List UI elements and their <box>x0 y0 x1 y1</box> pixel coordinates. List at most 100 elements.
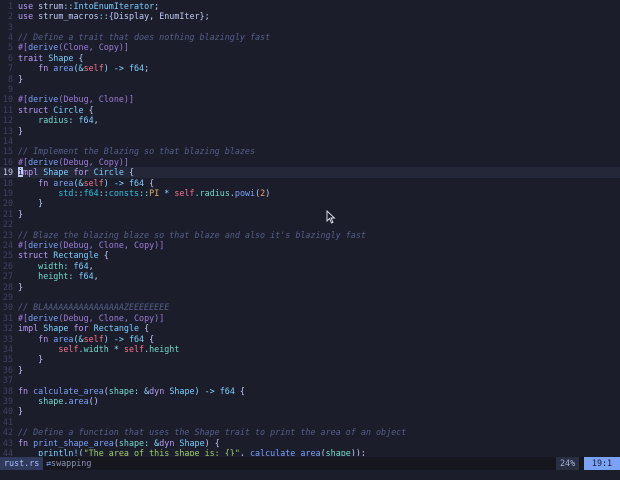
code-line[interactable]: 4 // Define a trait that does nothing bla… <box>0 32 620 42</box>
code-token: impl <box>18 323 44 334</box>
current-code-line[interactable]: 19 impl Shape for Circle { <box>0 167 620 178</box>
code-token: fn <box>18 385 34 396</box>
code-token: f64 <box>128 177 150 188</box>
code-line[interactable]: 19 std::f64::consts::PI * self.radius.po… <box>0 188 620 198</box>
code-token: , <box>239 448 250 456</box>
line-number: 15 <box>2 146 13 157</box>
code-token: ) -> <box>103 177 129 188</box>
code-line[interactable]: 16 #[derive(Debug, Copy)] <box>0 157 620 167</box>
code-line[interactable]: 8} <box>0 74 620 84</box>
line-number: 20 <box>2 198 13 209</box>
code-line[interactable]: 38 fn calculate_area(shape: &dyn Shape) -… <box>0 386 620 396</box>
code-token: // BLAAAAAAAAAAAAAAAAZEEEEEEEE <box>18 302 170 313</box>
line-number: 12 <box>2 115 13 126</box>
line-number: 38 <box>2 385 13 396</box>
code-line[interactable]: 5 #[derive(Clone, Copy)] <box>0 42 620 52</box>
code-token: use <box>18 11 39 22</box>
code-text: trait Shape { <box>18 53 84 63</box>
code-token: #[ <box>18 240 29 250</box>
code-line[interactable]: 30 // BLAAAAAAAAAAAAAAAAZEEEEEEEE <box>0 302 620 312</box>
code-line[interactable]: 20 } <box>0 198 620 208</box>
line-number: 36 <box>2 364 13 375</box>
code-line[interactable]: 13} <box>0 126 620 136</box>
code-token: // Define a function that uses the Shape… <box>18 427 407 438</box>
code-line[interactable]: 44 println!("The area of this shape is: … <box>0 448 620 456</box>
code-line[interactable]: 37 <box>0 375 620 385</box>
code-token: #[ <box>18 312 29 323</box>
code-token: {Display, EnumIter} <box>108 11 205 22</box>
code-token: (Debug, Copy)] <box>58 156 129 167</box>
code-line[interactable]: 25 struct Rectangle { <box>0 250 620 260</box>
code-line[interactable]: 33 fn area(&self) -> f64 { <box>0 334 620 344</box>
code-token: * <box>164 188 175 198</box>
code-token: derive <box>28 94 59 105</box>
code-token: radius <box>199 188 230 198</box>
code-token: #[ <box>18 42 29 53</box>
code-token: (Clone, Copy)] <box>58 42 129 53</box>
line-number: 13 <box>2 125 13 136</box>
code-editor[interactable]: 1 use strum::IntoEnumIterator; 2 use strum_… <box>0 0 620 456</box>
code-line[interactable]: 27 height: f64, <box>0 271 620 281</box>
code-line[interactable]: 32 impl Shape for Rectangle { <box>0 323 620 333</box>
line-number: 31 <box>2 312 13 323</box>
code-token: : <box>68 271 79 282</box>
code-token: } <box>18 208 24 219</box>
code-token: PI <box>149 188 165 198</box>
code-line[interactable]: 24 #[derive(Debug, Clone, Copy)] <box>0 240 620 250</box>
code-line[interactable]: 31 #[derive(Debug, Clone, Copy)] <box>0 313 620 323</box>
code-token: { <box>128 167 134 178</box>
status-mode: ⇄swapping <box>46 457 91 470</box>
code-line[interactable]: 26 width: f64, <box>0 261 620 271</box>
code-line[interactable]: 7 fn area(&self) -> f64; <box>0 63 620 73</box>
line-number: 7 <box>7 63 13 74</box>
code-line[interactable]: 36} <box>0 365 620 375</box>
code-text: // Implement the Blazing so that blazing… <box>18 146 255 156</box>
code-line[interactable]: 34 self.width * self.height <box>0 344 620 354</box>
line-number: 6 <box>7 52 13 63</box>
code-line[interactable]: 35 } <box>0 354 620 364</box>
code-token: f64 <box>128 333 150 344</box>
code-line[interactable]: 39 shape.area() <box>0 396 620 406</box>
code-line[interactable]: 3 <box>0 22 620 32</box>
code-line[interactable]: 28} <box>0 282 620 292</box>
code-line[interactable]: 42 // Define a function that uses the Sha… <box>0 427 620 437</box>
code-line[interactable]: 10 #[derive(Debug, Clone)] <box>0 94 620 104</box>
code-token: dyn <box>159 437 180 448</box>
code-line[interactable]: 41 <box>0 417 620 427</box>
code-text: fn area(&self) -> f64; <box>18 63 149 73</box>
code-text: struct Rectangle { <box>18 250 109 260</box>
code-text: } <box>18 282 23 292</box>
code-token: shape <box>118 437 145 448</box>
line-number: 22 <box>2 219 13 230</box>
code-line[interactable]: 23 // Blaze the blazing blaze so that bla… <box>0 230 620 240</box>
code-token: shape <box>108 385 134 396</box>
status-line: rust.rs ⇄swapping 24% 19:1 <box>0 457 620 470</box>
code-line[interactable]: 2 use strum_macros::{Display, EnumIter}; <box>0 11 620 21</box>
code-line[interactable]: 29 <box>0 292 620 302</box>
code-token: width <box>18 260 64 271</box>
code-line[interactable]: 40} <box>0 406 620 416</box>
code-line[interactable]: 15 // Implement the Blazing so that blazi… <box>0 146 620 156</box>
code-line[interactable]: 11 struct Circle { <box>0 105 620 115</box>
code-token: (Debug, Clone, Copy)] <box>58 312 165 323</box>
code-token: derive <box>28 156 59 167</box>
code-line[interactable]: 9 <box>0 84 620 94</box>
code-line[interactable]: 6 trait Shape { <box>0 53 620 63</box>
code-token: } <box>18 354 44 365</box>
code-line[interactable]: 12 radius: f64, <box>0 115 620 125</box>
code-line[interactable]: 1 use strum::IntoEnumIterator; <box>0 1 620 11</box>
code-token: Rectangle <box>93 323 145 334</box>
code-token: Rectangle <box>53 250 104 261</box>
code-text: } <box>18 354 43 364</box>
code-token: strum <box>38 0 64 11</box>
code-line[interactable]: 43 fn print_shape_area(shape: &dyn Shape)… <box>0 438 620 448</box>
code-line[interactable]: 21} <box>0 209 620 219</box>
code-line[interactable]: 22 <box>0 219 620 229</box>
code-line[interactable]: 14 <box>0 136 620 146</box>
code-token: { <box>149 333 155 344</box>
code-line[interactable]: 18 fn area(&self) -> f64 { <box>0 178 620 188</box>
code-text: fn area(&self) -> f64 { <box>18 334 154 344</box>
code-token: strum_macros <box>38 11 99 22</box>
code-token: } <box>18 364 24 375</box>
line-number: 19 <box>2 188 13 198</box>
